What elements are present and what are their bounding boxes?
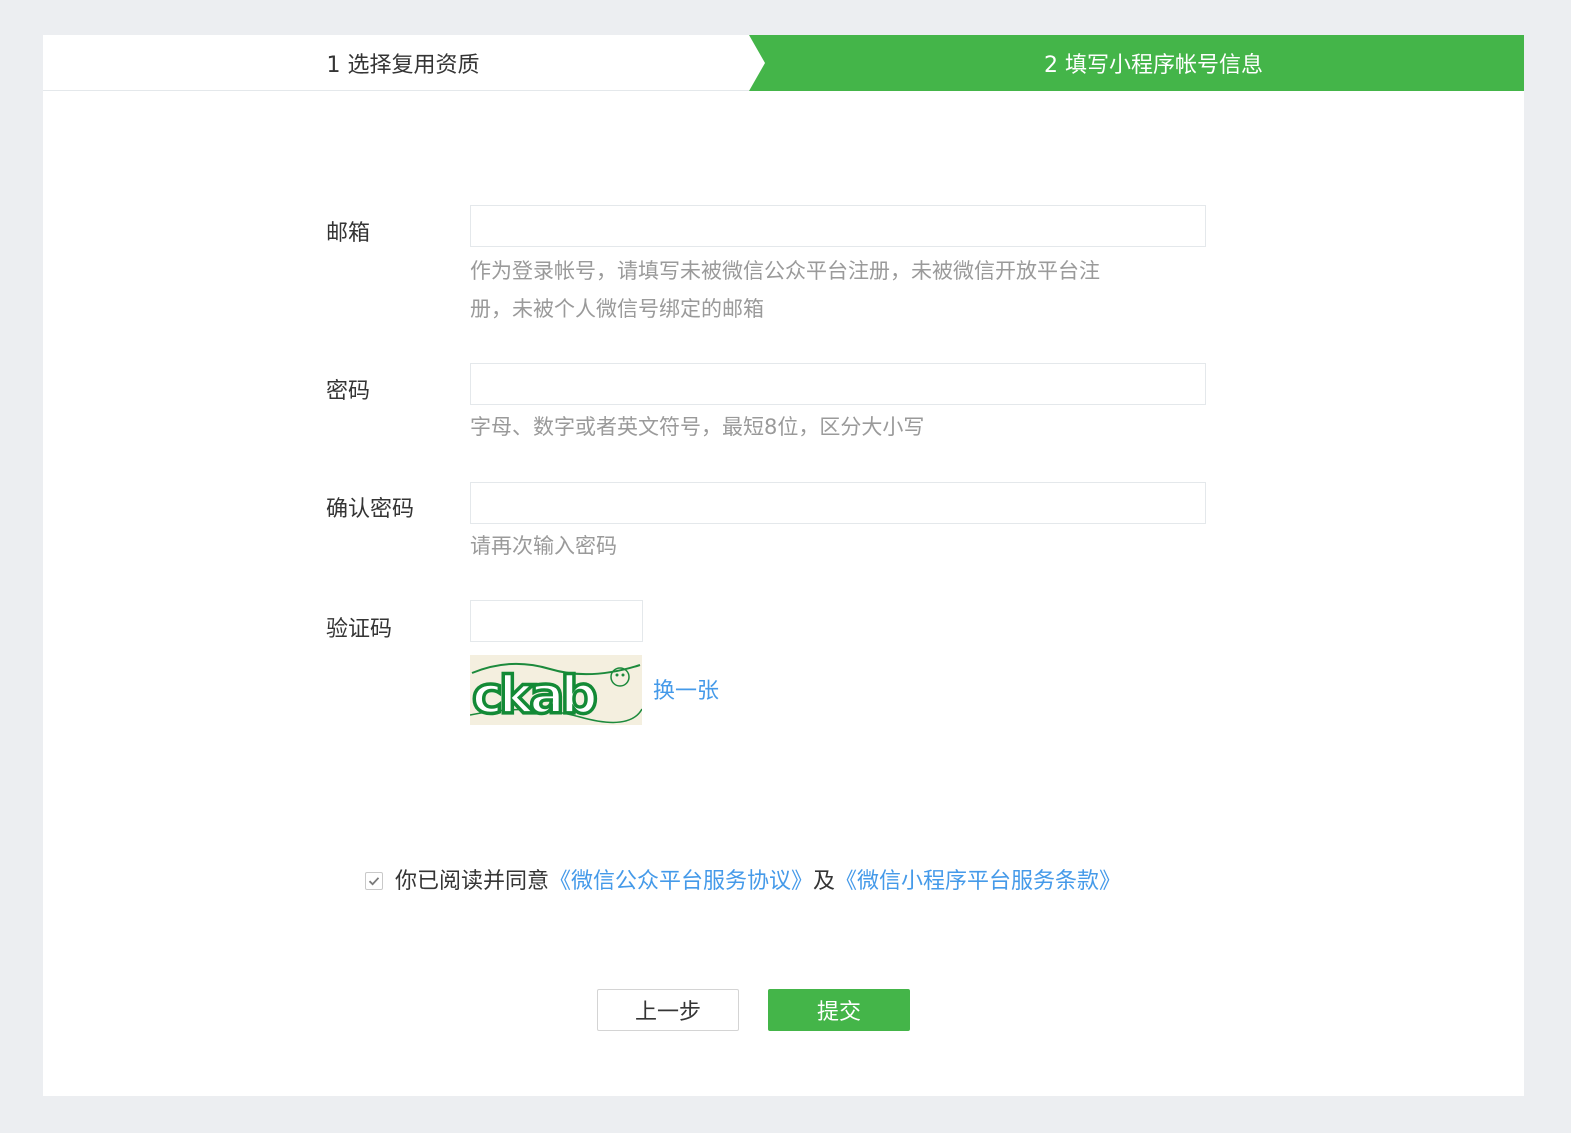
step-2-active: 2 填写小程序帐号信息 (749, 35, 1524, 91)
confirm-password-tip: 请再次输入密码 (470, 534, 617, 558)
confirm-password-input[interactable] (470, 482, 1206, 524)
captcha-image[interactable]: ckab (470, 655, 642, 725)
email-input[interactable] (470, 205, 1206, 247)
agreement-prefix: 你已阅读并同意 (395, 869, 550, 894)
password-tip: 字母、数字或者英文符号，最短8位，区分大小写 (470, 415, 925, 439)
service-agreement-link[interactable]: 《微信公众平台服务协议》 (549, 869, 813, 894)
confirm-password-label: 确认密码 (326, 497, 415, 522)
agreement-checkbox[interactable] (365, 872, 383, 890)
refresh-captcha-link[interactable]: 换一张 (653, 673, 719, 705)
agreement: 你已阅读并同意《微信公众平台服务协议》及《微信小程序平台服务条款》 (365, 863, 1165, 901)
captcha-text: ckab (472, 666, 595, 725)
captcha-input[interactable] (470, 600, 643, 642)
step-1-label: 1 选择复用资质 (326, 53, 480, 78)
step-bar: 1 选择复用资质 2 填写小程序帐号信息 (43, 35, 1524, 91)
email-label: 邮箱 (326, 221, 371, 246)
email-tip-line-2: 册，未被个人微信号绑定的邮箱 (470, 297, 764, 321)
step-2-label: 2 填写小程序帐号信息 (1044, 53, 1263, 78)
password-input[interactable] (470, 363, 1206, 405)
prev-step-button[interactable]: 上一步 (597, 989, 739, 1031)
submit-button[interactable]: 提交 (768, 989, 910, 1031)
email-tip-line-1: 作为登录帐号，请填写未被微信公众平台注册，未被微信开放平台注 (470, 259, 1100, 283)
email-tip: 作为登录帐号，请填写未被微信公众平台注册，未被微信开放平台注 册，未被个人微信号… (470, 252, 1210, 328)
check-icon (368, 877, 380, 886)
password-label: 密码 (326, 379, 371, 404)
step-1: 1 选择复用资质 (43, 35, 763, 91)
miniprogram-terms-link[interactable]: 《微信小程序平台服务条款》 (835, 869, 1121, 894)
register-card: 1 选择复用资质 2 填写小程序帐号信息 邮箱 作为登录帐号，请填写未被微信公众… (43, 35, 1524, 1096)
captcha-label: 验证码 (326, 617, 393, 642)
agreement-middle: 及 (813, 869, 836, 894)
